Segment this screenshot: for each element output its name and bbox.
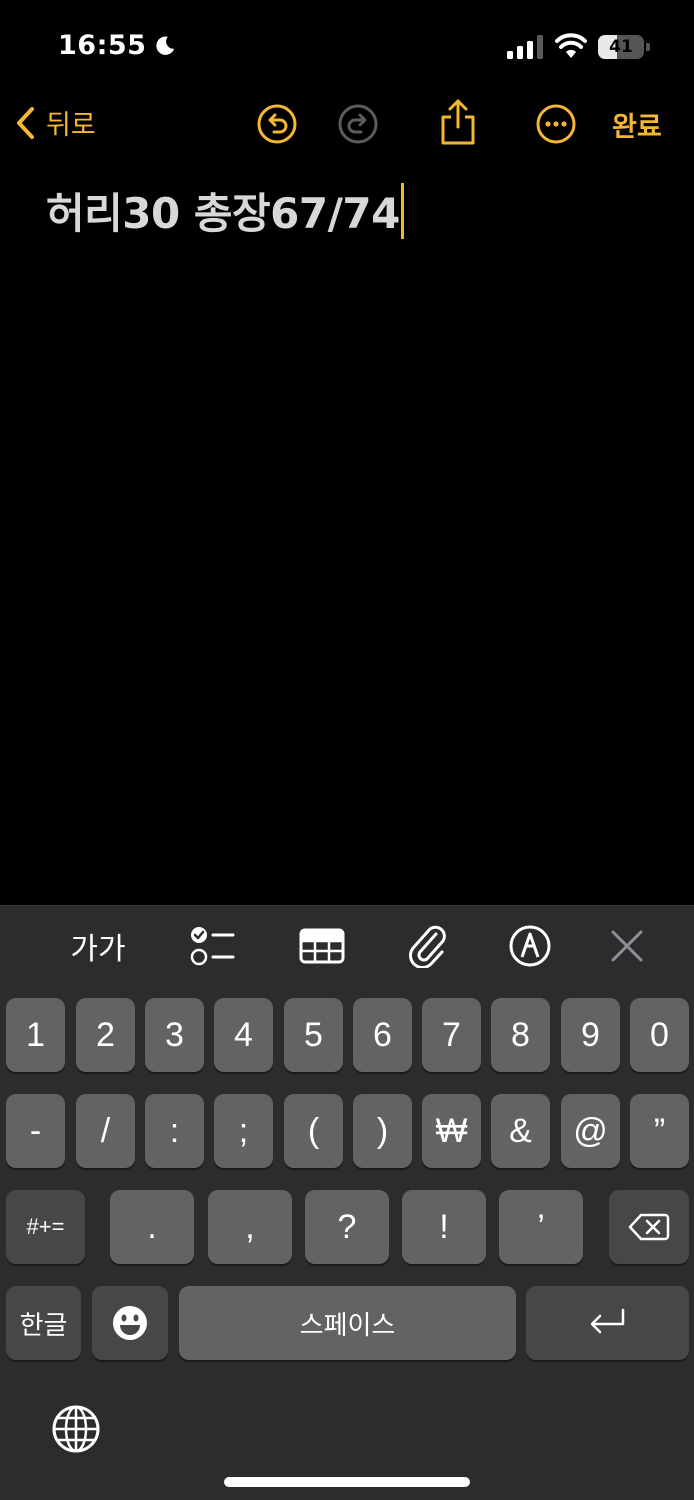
key-comma[interactable]: ,	[208, 1190, 292, 1264]
emoji-key[interactable]	[92, 1286, 168, 1360]
key-ampersand[interactable]: &	[491, 1094, 550, 1168]
note-text: 허리30 총장67/74	[46, 189, 400, 238]
key-0[interactable]: 0	[630, 998, 689, 1072]
key-7[interactable]: 7	[422, 998, 481, 1072]
battery-body: 41	[598, 35, 644, 59]
hangul-key[interactable]: 한글	[6, 1286, 81, 1360]
key-2[interactable]: 2	[76, 998, 135, 1072]
text-format-button[interactable]: 가가	[68, 924, 128, 968]
battery-percent: 41	[609, 37, 633, 57]
time-group: 16:55	[58, 30, 176, 61]
key-1[interactable]: 1	[6, 998, 65, 1072]
backspace-icon	[628, 1213, 670, 1241]
status-bar: 16:55 41	[0, 0, 694, 90]
space-key[interactable]: 스페이스	[179, 1286, 516, 1360]
done-button[interactable]: 완료	[612, 105, 662, 144]
key-colon[interactable]: :	[145, 1094, 204, 1168]
key-9[interactable]: 9	[561, 998, 620, 1072]
key-period[interactable]: .	[110, 1190, 194, 1264]
return-icon	[590, 1308, 624, 1334]
chevron-left-icon	[17, 106, 34, 139]
key-4[interactable]: 4	[214, 998, 273, 1072]
key-5[interactable]: 5	[284, 998, 343, 1072]
attachment-icon[interactable]	[406, 924, 450, 968]
key-close-paren[interactable]: )	[353, 1094, 412, 1168]
wifi-icon	[555, 33, 587, 58]
status-time: 16:55	[58, 30, 147, 61]
key-hyphen[interactable]: -	[6, 1094, 65, 1168]
table-icon[interactable]	[298, 924, 346, 968]
share-icon[interactable]	[437, 97, 479, 147]
note-body[interactable]: 허리30 총장67/74	[46, 180, 404, 241]
note-nav-bar: 뒤로 완료	[0, 95, 694, 155]
checklist-icon[interactable]	[188, 924, 236, 968]
emoji-icon	[113, 1306, 147, 1340]
return-key[interactable]	[526, 1286, 689, 1360]
delete-key[interactable]	[609, 1190, 689, 1264]
undo-icon[interactable]	[256, 103, 298, 145]
key-3[interactable]: 3	[145, 998, 204, 1072]
key-exclamation[interactable]: !	[402, 1190, 486, 1264]
globe-icon[interactable]	[51, 1404, 101, 1454]
key-6[interactable]: 6	[353, 998, 412, 1072]
markup-icon[interactable]	[508, 924, 552, 968]
key-quote[interactable]: ”	[630, 1094, 689, 1168]
cellular-signal-icon	[507, 35, 543, 59]
battery-nub	[646, 43, 650, 51]
key-slash[interactable]: /	[76, 1094, 135, 1168]
battery-indicator: 41	[598, 35, 650, 59]
key-apostrophe[interactable]: ’	[499, 1190, 583, 1264]
key-8[interactable]: 8	[491, 998, 550, 1072]
symbols-mode-key[interactable]: #+=	[6, 1190, 85, 1264]
back-label: 뒤로	[46, 110, 96, 141]
redo-icon[interactable]	[337, 103, 379, 145]
key-semicolon[interactable]: ;	[214, 1094, 273, 1168]
moon-icon	[156, 36, 175, 55]
key-at[interactable]: @	[561, 1094, 620, 1168]
back-button[interactable]: 뒤로	[14, 103, 96, 142]
close-icon[interactable]	[608, 924, 646, 968]
key-won[interactable]: ₩	[422, 1094, 481, 1168]
home-indicator[interactable]	[224, 1477, 470, 1487]
more-icon[interactable]	[535, 103, 577, 145]
key-question[interactable]: ?	[305, 1190, 389, 1264]
text-format-label: 가가	[70, 932, 126, 967]
keyboard: 1 2 3 4 5 6 7 8 9 0 - / : ; ( ) ₩ & @ ” …	[0, 983, 694, 1500]
keyboard-toolbar: 가가	[0, 905, 694, 983]
key-open-paren[interactable]: (	[284, 1094, 343, 1168]
text-cursor	[400, 182, 404, 239]
